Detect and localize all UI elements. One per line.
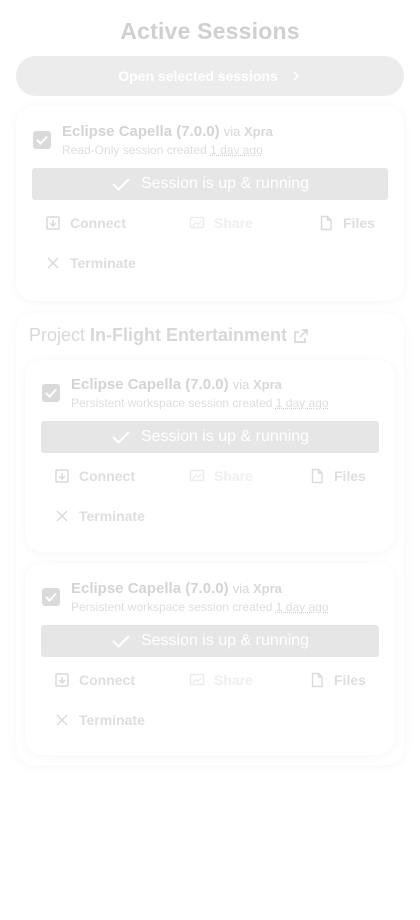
session-title: Eclipse Capella (7.0.0) via Xpra xyxy=(71,580,282,597)
checkbox-checked-icon xyxy=(36,135,48,145)
session-connection-method: via Xpra xyxy=(232,581,282,596)
project-heading[interactable]: Project In-Flight Entertainment xyxy=(29,325,309,346)
terminate-button[interactable]: Terminate xyxy=(54,508,145,524)
session-title: Eclipse Capella (7.0.0) via Xpra xyxy=(71,376,282,393)
terminate-button[interactable]: Terminate xyxy=(45,255,136,271)
session-tool-name: Eclipse Capella (7.0.0) xyxy=(62,123,220,140)
file-icon xyxy=(309,468,325,484)
session-status-bar: Session is up & running xyxy=(32,168,388,200)
session-checkbox[interactable] xyxy=(42,384,60,402)
session-created-time: 1 day ago xyxy=(210,143,263,157)
screen-share-icon xyxy=(189,468,205,484)
session-status-bar: Session is up & running xyxy=(41,625,379,657)
terminate-button[interactable]: Terminate xyxy=(54,712,145,728)
active-sessions-page: Active Sessions Open selected sessions E… xyxy=(0,0,420,920)
close-icon xyxy=(45,255,61,271)
open-in-new-window-icon xyxy=(54,468,70,484)
session-checkbox[interactable] xyxy=(33,131,51,149)
session-subtitle: Persistent workspace session created 1 d… xyxy=(71,396,329,410)
project-name: In-Flight Entertainment xyxy=(90,325,288,345)
session-status-text: Session is up & running xyxy=(140,632,310,649)
share-button[interactable]: Share xyxy=(189,215,253,231)
session-created-time: 1 day ago xyxy=(275,600,329,614)
session-status-bar: Session is up & running xyxy=(41,421,379,453)
connect-button[interactable]: Connect xyxy=(54,672,135,688)
open-in-new-window-icon xyxy=(54,672,70,688)
close-icon xyxy=(54,508,70,524)
checkbox-checked-icon xyxy=(45,592,57,602)
share-button[interactable]: Share xyxy=(189,468,253,484)
session-created-time: 1 day ago xyxy=(275,396,329,410)
open-selected-sessions-label: Open selected sessions xyxy=(118,68,278,84)
checkbox-checked-icon xyxy=(45,388,57,398)
share-button[interactable]: Share xyxy=(189,672,253,688)
session-connection-method: via Xpra xyxy=(232,377,282,392)
open-in-new-window-icon xyxy=(45,215,61,231)
open-selected-sessions-button[interactable]: Open selected sessions xyxy=(16,56,404,96)
connect-button[interactable]: Connect xyxy=(45,215,126,231)
chevron-right-icon xyxy=(290,70,302,82)
session-checkbox[interactable] xyxy=(42,588,60,606)
files-button[interactable]: Files xyxy=(309,468,366,484)
close-icon xyxy=(54,712,70,728)
session-status-text: Session is up & running xyxy=(140,428,310,445)
session-status-text: Session is up & running xyxy=(140,175,310,192)
file-icon xyxy=(318,215,334,231)
session-subtitle: Persistent workspace session created 1 d… xyxy=(71,600,329,614)
session-tool-name: Eclipse Capella (7.0.0) xyxy=(71,580,229,597)
session-connection-method: via Xpra xyxy=(223,124,273,139)
project-prefix: Project xyxy=(29,325,86,345)
checkmark-icon xyxy=(111,429,131,445)
session-subtitle: Read-Only session created 1 day ago xyxy=(62,143,263,157)
checkmark-icon xyxy=(111,176,131,192)
external-link-icon[interactable] xyxy=(293,328,309,344)
session-title: Eclipse Capella (7.0.0) via Xpra xyxy=(62,123,273,140)
session-tool-name: Eclipse Capella (7.0.0) xyxy=(71,376,229,393)
connect-button[interactable]: Connect xyxy=(54,468,135,484)
screen-share-icon xyxy=(189,215,205,231)
file-icon xyxy=(309,672,325,688)
files-button[interactable]: Files xyxy=(309,672,366,688)
screen-share-icon xyxy=(189,672,205,688)
files-button[interactable]: Files xyxy=(318,215,375,231)
checkmark-icon xyxy=(111,633,131,649)
page-title: Active Sessions xyxy=(120,18,300,44)
